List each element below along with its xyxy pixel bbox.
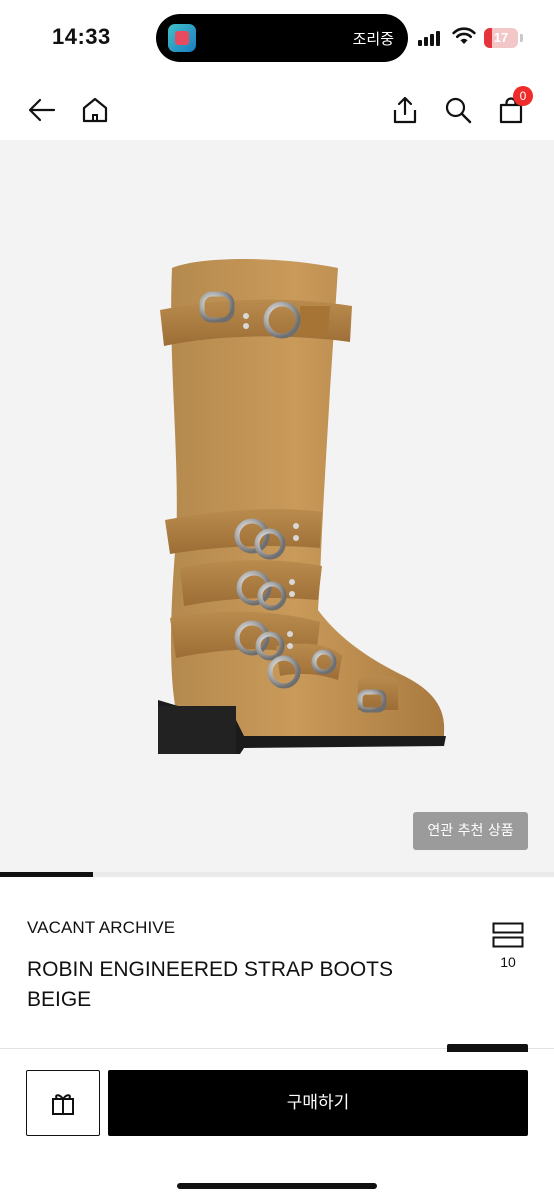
gallery-progress-bar xyxy=(0,872,554,877)
dynamic-island[interactable]: 조리중 xyxy=(156,14,408,62)
battery-level: 17 xyxy=(493,30,509,45)
gallery-progress-fill xyxy=(0,872,93,877)
search-button[interactable] xyxy=(440,92,476,128)
cart-button[interactable]: 0 xyxy=(493,86,533,128)
cart-count-badge: 0 xyxy=(513,86,533,106)
wishlist-button[interactable]: 10 xyxy=(488,918,528,970)
search-icon xyxy=(445,97,472,124)
bottom-action-bar: 구매하기 xyxy=(0,1052,554,1200)
home-icon xyxy=(82,97,108,123)
wifi-icon xyxy=(452,27,476,44)
product-title: ROBIN ENGINEERED STRAP BOOTS BEIGE xyxy=(27,958,394,1011)
boot-image xyxy=(158,259,446,754)
home-button[interactable] xyxy=(77,92,113,128)
bookmark-stack-icon xyxy=(492,922,524,948)
product-image-gallery[interactable]: 연관 추천 상품 xyxy=(0,140,554,874)
gift-icon xyxy=(52,1094,74,1115)
related-products-button[interactable]: 연관 추천 상품 xyxy=(413,812,528,850)
island-status-text: 조리중 xyxy=(352,30,394,48)
battery-icon: 17 xyxy=(484,28,518,48)
status-time: 14:33 xyxy=(52,24,111,49)
app-icon xyxy=(168,24,196,52)
buy-button[interactable]: 구매하기 xyxy=(108,1070,528,1136)
top-nav: 0 xyxy=(0,78,554,140)
home-indicator xyxy=(177,1183,377,1189)
status-bar: 14:33 조리중 17 xyxy=(0,0,554,78)
share-icon xyxy=(393,96,417,124)
back-button[interactable] xyxy=(24,92,60,128)
brand-name[interactable]: VACANT ARCHIVE xyxy=(27,918,175,938)
cellular-signal-icon xyxy=(418,30,444,46)
share-button[interactable] xyxy=(387,92,423,128)
arrow-left-icon xyxy=(28,98,56,122)
tab-indicator xyxy=(447,1044,528,1052)
gift-button[interactable] xyxy=(26,1070,100,1136)
wishlist-count: 10 xyxy=(500,954,516,970)
